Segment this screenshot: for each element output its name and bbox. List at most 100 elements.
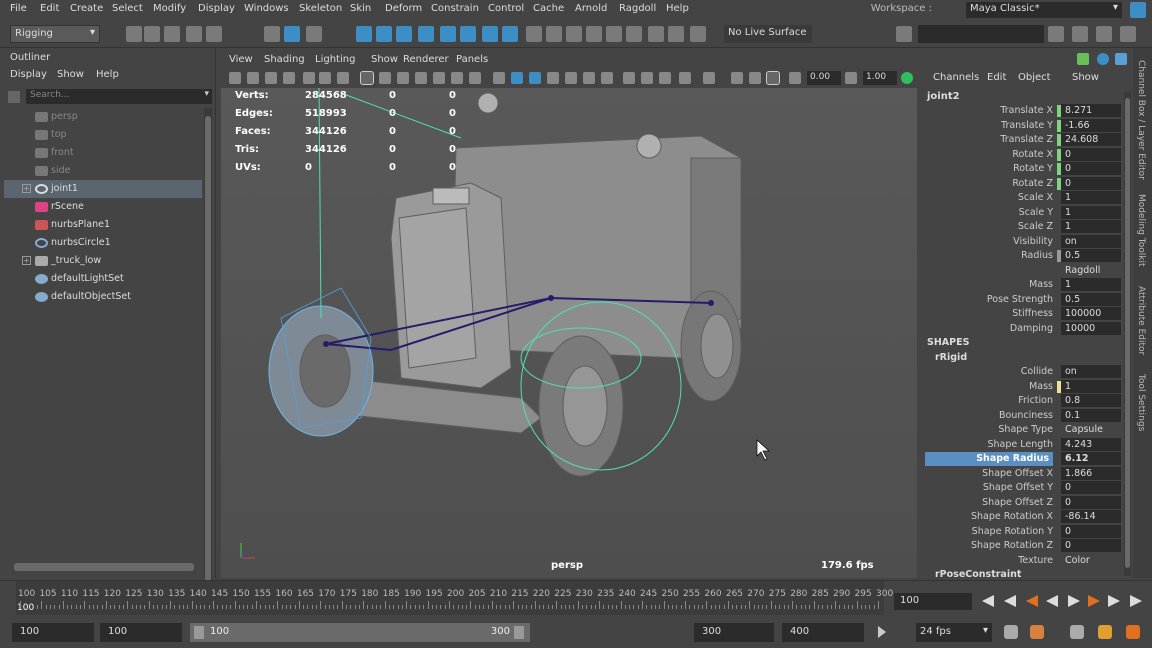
attribute-editor-icon[interactable] xyxy=(1097,53,1109,65)
channel-box-menu-edit[interactable]: Edit xyxy=(987,72,1006,83)
step-back-key-icon[interactable] xyxy=(1004,595,1016,607)
snap-curve-icon[interactable] xyxy=(376,26,392,42)
menu-display[interactable]: Display xyxy=(198,3,235,14)
outliner-item-nurbsplane1[interactable]: nurbsPlane1 xyxy=(4,216,202,234)
lock-icon[interactable] xyxy=(1130,2,1146,18)
safe-title-icon[interactable] xyxy=(469,72,481,84)
outliner-scrollbar[interactable] xyxy=(204,108,212,608)
channel-box-icon[interactable] xyxy=(1120,26,1136,42)
menu-file[interactable]: File xyxy=(10,3,27,14)
film-gate-icon[interactable] xyxy=(379,72,391,84)
channel-label[interactable]: Mass xyxy=(1029,380,1053,394)
outliner-menu-show[interactable]: Show xyxy=(57,69,84,80)
tool-settings-icon[interactable] xyxy=(1096,26,1112,42)
channel-row[interactable]: Shape Length 4.243 xyxy=(925,437,1121,452)
playback-end-field[interactable]: 300 xyxy=(694,623,774,642)
side-tab-0[interactable]: Channel Box / Layer Editor xyxy=(1136,60,1146,180)
channel-label[interactable]: Collide xyxy=(1021,365,1053,379)
channel-label[interactable]: Scale Z xyxy=(1018,220,1053,234)
channel-label[interactable]: Shape Rotation X xyxy=(971,510,1053,524)
snap-grid-icon[interactable] xyxy=(356,26,372,42)
isolate-select-icon[interactable] xyxy=(659,72,671,84)
next-key-icon[interactable] xyxy=(1088,595,1100,607)
channel-label[interactable]: Translate Z xyxy=(1000,133,1053,147)
channel-value[interactable]: 0 xyxy=(1061,147,1121,161)
channel-label[interactable]: Shape Type xyxy=(998,423,1053,437)
outliner-item-joint1[interactable]: + joint1 xyxy=(4,180,202,198)
channel-row[interactable]: Visibility on xyxy=(925,234,1121,249)
expand-icon[interactable]: + xyxy=(22,256,31,265)
menu-arnold[interactable]: Arnold xyxy=(575,3,607,14)
viewport-menu-lighting[interactable]: Lighting xyxy=(315,54,355,65)
camera-icon[interactable] xyxy=(229,72,241,84)
history-icon[interactable] xyxy=(482,26,498,42)
ipr-render-icon[interactable] xyxy=(586,26,602,42)
channel-value[interactable]: 0 xyxy=(1061,495,1121,509)
sidebar-toggle-icon[interactable] xyxy=(896,26,912,42)
channel-value[interactable]: 0.5 xyxy=(1061,292,1121,306)
time-ruler[interactable]: 100 105 110 115 120 125 130 135 140 145 150 155 160 1… xyxy=(16,581,893,615)
channel-value[interactable]: 8.271 xyxy=(1061,104,1121,117)
play-backwards-icon[interactable] xyxy=(1046,595,1058,607)
channel-value[interactable]: 6.12 xyxy=(1061,452,1121,465)
current-frame-field[interactable]: 100 xyxy=(894,593,972,610)
channel-label[interactable]: Radius xyxy=(1021,249,1053,263)
snap-point-icon[interactable] xyxy=(396,26,412,42)
undo-icon[interactable] xyxy=(186,26,202,42)
channel-row[interactable]: Shape Type Capsule xyxy=(925,423,1121,437)
safe-action-icon[interactable] xyxy=(451,72,463,84)
save-scene-icon[interactable] xyxy=(164,26,180,42)
channel-value[interactable]: 0 xyxy=(1061,481,1121,494)
exposure-field[interactable]: 0.00 xyxy=(807,71,841,85)
channel-row[interactable]: Scale X 1 xyxy=(925,191,1121,205)
chevron-down-icon[interactable]: ▾ xyxy=(204,89,209,99)
playback-start-field[interactable]: 100 xyxy=(100,623,182,642)
channel-label[interactable]: Shape Offset Y xyxy=(983,481,1053,495)
snap-view-icon[interactable] xyxy=(418,26,434,42)
menu-cache[interactable]: Cache xyxy=(533,3,564,14)
channel-value[interactable]: 1 xyxy=(1061,278,1121,291)
channel-row[interactable]: Shape Rotation Z 0 xyxy=(925,539,1121,553)
channel-row[interactable]: Translate X 8.271 xyxy=(925,104,1121,118)
menu-constrain[interactable]: Constrain xyxy=(431,3,479,14)
outliner-item-front[interactable]: front xyxy=(4,144,202,162)
animation-end-field[interactable]: 400 xyxy=(782,623,864,642)
auto-key-icon[interactable] xyxy=(1098,625,1112,639)
menu-control[interactable]: Control xyxy=(488,3,524,14)
channel-value[interactable]: 0.8 xyxy=(1061,394,1121,407)
outliner-item-persp[interactable]: persp xyxy=(4,108,202,126)
lock-icon[interactable] xyxy=(526,26,542,42)
channel-value[interactable]: 24.608 xyxy=(1061,133,1121,146)
channel-value[interactable]: 100000 xyxy=(1061,307,1121,320)
backface-icon[interactable] xyxy=(679,72,691,84)
channel-row[interactable]: Translate Y -1.66 xyxy=(925,118,1121,133)
outliner-item-top[interactable]: top xyxy=(4,126,202,144)
outliner-search-input[interactable]: Search... ▾ xyxy=(26,89,212,104)
fps-dropdown[interactable]: 24 fps ▾ xyxy=(916,623,992,642)
side-tab-1[interactable]: Modeling Toolkit xyxy=(1136,194,1146,267)
channel-value[interactable]: 0 xyxy=(1061,176,1121,190)
field-chart-icon[interactable] xyxy=(433,72,445,84)
channel-row[interactable]: Pose Strength 0.5 xyxy=(925,292,1121,307)
channel-label[interactable]: Damping xyxy=(1010,322,1053,336)
channel-value[interactable]: 0.1 xyxy=(1061,408,1121,422)
range-start-handle[interactable] xyxy=(194,626,204,639)
channel-row[interactable]: Shape Rotation X -86.14 xyxy=(925,510,1121,524)
channel-row[interactable]: Radius 0.5 xyxy=(925,249,1121,263)
channel-value[interactable]: 4.243 xyxy=(1061,437,1121,451)
workspace-dropdown[interactable]: Maya Classic* ▾ xyxy=(966,2,1122,18)
channel-value[interactable]: on xyxy=(1061,365,1121,378)
channel-label[interactable]: Rotate Z xyxy=(1012,177,1053,191)
channel-box-menu-object[interactable]: Object xyxy=(1018,72,1051,83)
channel-label[interactable]: Stiffness xyxy=(1012,307,1053,321)
snap-surface-icon[interactable] xyxy=(440,26,456,42)
select-hierarchy-icon[interactable] xyxy=(264,26,280,42)
channel-row[interactable]: Bounciness 0.1 xyxy=(925,408,1121,423)
side-tab-2[interactable]: Attribute Editor xyxy=(1136,286,1146,355)
outliner-item-defaultobjectset[interactable]: defaultObjectSet xyxy=(4,288,202,306)
bookmark-icon[interactable] xyxy=(283,72,295,84)
channel-box-menu-show[interactable]: Show xyxy=(1072,72,1099,83)
select-icon[interactable] xyxy=(766,71,780,85)
channel-row[interactable]: Rotate X 0 xyxy=(925,147,1121,162)
animation-start-field[interactable]: 100 xyxy=(12,623,94,642)
